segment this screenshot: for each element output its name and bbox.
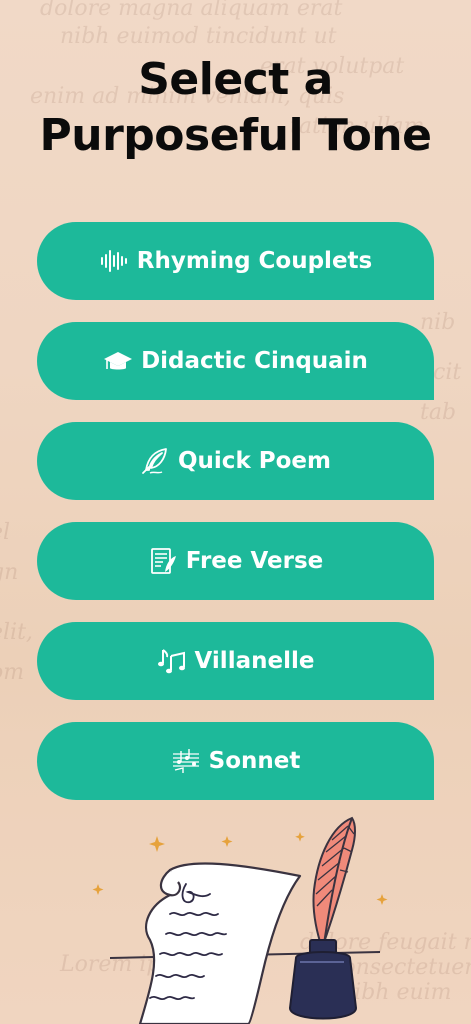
background-script: el	[0, 520, 11, 545]
villanelle-label: Villanelle	[194, 648, 315, 674]
quick-poem-label: Quick Poem	[178, 448, 331, 474]
feather-icon	[140, 446, 170, 476]
background-script: tab	[420, 400, 457, 425]
scroll-quill-illustration	[92, 816, 388, 1024]
villanelle-button[interactable]: Villanelle	[37, 622, 434, 700]
sheet-music-icon	[171, 746, 201, 776]
sonnet-button[interactable]: Sonnet	[37, 722, 434, 800]
music-notes-icon	[157, 646, 187, 676]
rhyming-couplets-label: Rhyming Couplets	[136, 248, 373, 274]
background-script: nibh euimod tincidunt ut	[60, 24, 337, 49]
soundwave-icon	[99, 246, 129, 276]
background-script: elit,	[0, 620, 33, 645]
rhyming-couplets-button[interactable]: Rhyming Couplets	[37, 222, 434, 300]
page-title-line2: Purposeful Tone	[39, 110, 432, 161]
background-script: nib	[420, 310, 456, 335]
free-verse-button[interactable]: Free Verse	[37, 522, 434, 600]
quick-poem-button[interactable]: Quick Poem	[37, 422, 434, 500]
background-script: om	[0, 660, 25, 685]
sonnet-label: Sonnet	[208, 748, 301, 774]
free-verse-label: Free Verse	[185, 548, 324, 574]
page-title-line1: Select a	[138, 54, 333, 105]
document-quill-icon	[148, 546, 178, 576]
background-script: gn	[0, 560, 19, 585]
didactic-cinquain-label: Didactic Cinquain	[141, 348, 368, 374]
didactic-cinquain-button[interactable]: Didactic Cinquain	[37, 322, 434, 400]
page-title: Select a Purposeful Tone	[0, 52, 471, 164]
background-script: dolore magna aliquam erat	[40, 0, 343, 21]
graduation-cap-icon	[103, 346, 133, 376]
